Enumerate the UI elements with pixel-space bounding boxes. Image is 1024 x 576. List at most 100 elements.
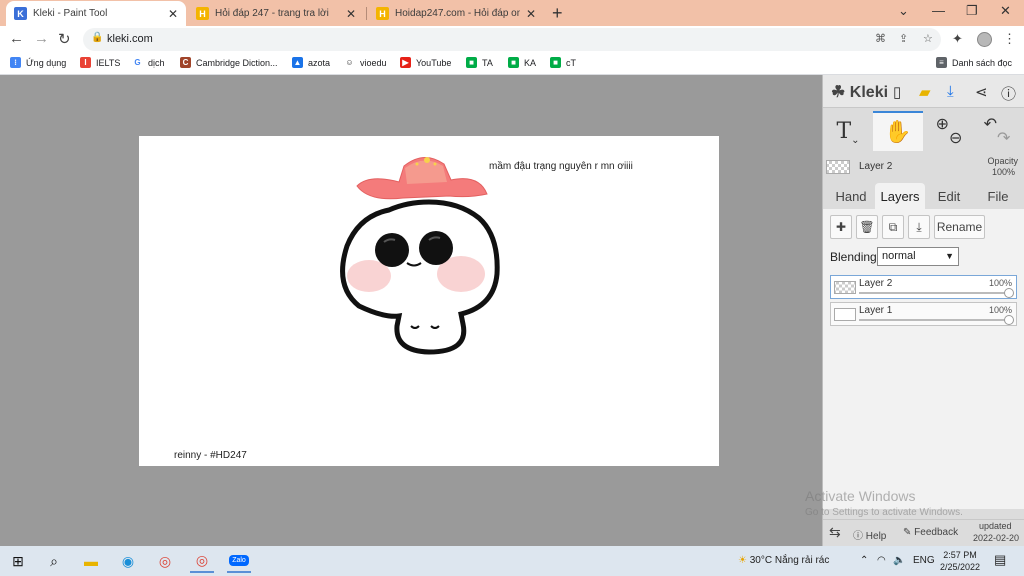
tab-hoidap-online[interactable]: H Hoidap247.com - Hỏi đáp online ✕ <box>368 1 544 26</box>
tab-title: Hỏi đáp 247 - trang tra lời <box>215 8 329 19</box>
feedback-link[interactable]: ✎ Feedback <box>903 527 958 538</box>
swap-icon[interactable]: ⇆ <box>829 524 841 541</box>
layer-row-layer-2[interactable]: Layer 2 100% <box>830 275 1017 299</box>
add-layer-button[interactable]: ✚ <box>830 215 852 239</box>
blending-value: normal <box>882 250 916 262</box>
download-icon[interactable]: ⤓ <box>947 83 954 100</box>
help-icon[interactable]: ⓘ <box>1001 83 1016 104</box>
search-icon[interactable]: ⌕ <box>42 549 66 573</box>
url-text[interactable]: kleki.com <box>107 33 153 45</box>
azota-icon: ▲ <box>292 57 303 68</box>
extensions-icon[interactable]: ✦ <box>952 31 963 47</box>
layer-opacity-slider[interactable] <box>859 319 1010 321</box>
language-indicator[interactable]: ENG <box>913 555 935 566</box>
forward-icon[interactable]: → <box>34 30 49 47</box>
bookmark-vioedu[interactable]: ☺ vioedu <box>344 57 387 68</box>
redo-icon[interactable]: ↷ <box>997 128 1010 148</box>
taskbar-clock[interactable]: 2:57 PM 2/25/2022 <box>935 549 985 573</box>
duplicate-icon: ⧉ <box>888 219 898 234</box>
kleki-top-bar: ☘ Kleki ▯ ▰ ⤓ ⋖ ⓘ <box>823 75 1024 108</box>
close-tab-icon[interactable]: ✕ <box>346 7 356 21</box>
duplicate-layer-button[interactable]: ⧉ <box>882 215 904 239</box>
lock-icon[interactable]: 🔒 <box>91 32 103 43</box>
edge-icon[interactable]: ◉ <box>116 549 140 573</box>
bookmark-ka[interactable]: ■ KA <box>508 57 536 68</box>
bookmark-label: cT <box>566 57 576 68</box>
hand-tool-button[interactable]: ✋ <box>873 111 923 151</box>
delete-layer-button[interactable]: 🗑 <box>856 215 878 239</box>
restore-icon[interactable]: ❐ <box>966 3 978 19</box>
bookmarks-bar: ⁝ Ứng dụng I IELTS Gdịch C Cambridge Dictio… <box>0 53 1024 75</box>
kleki-logo[interactable]: ☘ Kleki <box>831 82 888 102</box>
chrome-icon[interactable]: ◎ <box>153 549 177 573</box>
bookmark-star-icon[interactable]: ☆ <box>923 32 933 45</box>
weather-widget[interactable]: ☀ 30°C Nắng rải rác <box>738 555 829 566</box>
minimize-icon[interactable]: — <box>932 3 945 18</box>
tab-search-chevron-icon[interactable]: ⌄ <box>898 3 909 19</box>
reload-icon[interactable]: ↻ <box>58 30 71 48</box>
meet-icon: ■ <box>550 57 561 68</box>
network-icon[interactable]: ◠ <box>877 555 886 566</box>
tab-hand[interactable]: Hand <box>827 183 875 209</box>
bookmark-dich[interactable]: Gdịch <box>132 57 165 68</box>
undo-icon[interactable]: ↶ <box>984 114 997 134</box>
share-icon[interactable]: ⇪ <box>899 32 908 45</box>
tab-edit[interactable]: Edit <box>925 183 973 209</box>
tab-kleki[interactable]: K Kleki - Paint Tool ✕ <box>6 1 186 26</box>
chevron-down-icon[interactable]: ⌄ <box>851 135 859 146</box>
bookmark-ielts[interactable]: I IELTS <box>80 57 120 68</box>
menu-kebab-icon[interactable]: ⋮ <box>1003 31 1016 47</box>
text-tool-button[interactable]: T ⌄ <box>827 111 869 151</box>
blending-select[interactable]: normal ▼ <box>877 247 959 266</box>
profile-avatar[interactable] <box>977 32 992 47</box>
vioedu-icon: ☺ <box>344 57 355 68</box>
reading-list-icon: ≡ <box>936 57 947 68</box>
bookmark-ct[interactable]: ■ cT <box>550 57 576 68</box>
bookmark-label: azota <box>308 57 331 68</box>
canvas-workspace[interactable]: mầm đậu trạng nguyên r mn ơiiii reinny -… <box>0 75 822 546</box>
chevron-down-icon: ▼ <box>945 251 954 261</box>
rename-layer-button[interactable]: Rename <box>934 215 985 239</box>
bookmark-apps[interactable]: ⁝ Ứng dụng <box>10 57 66 68</box>
help-link[interactable]: ⓘ Help <box>853 527 886 542</box>
merge-down-button[interactable]: ⤓ <box>908 215 930 239</box>
zoom-in-icon[interactable]: ⊕ <box>936 114 949 134</box>
new-image-icon[interactable]: ▯ <box>893 83 901 101</box>
reading-list[interactable]: ≡ Danh sách đọc <box>936 57 1012 68</box>
tab-separator <box>366 7 367 20</box>
layer-opacity-slider-handle[interactable] <box>1004 315 1014 325</box>
share-icon[interactable]: ⋖ <box>975 83 988 101</box>
new-tab-button[interactable]: + <box>552 3 563 24</box>
bookmark-cambridge[interactable]: C Cambridge Diction... <box>180 57 278 68</box>
zalo-app[interactable]: Zalo <box>227 549 251 573</box>
open-folder-icon[interactable]: ▰ <box>919 83 931 101</box>
back-icon[interactable]: ← <box>9 30 24 47</box>
hoidap-favicon-icon: H <box>376 7 389 20</box>
layer-opacity-slider-handle[interactable] <box>1004 288 1014 298</box>
browser-tab-strip: K Kleki - Paint Tool ✕ H Hỏi đáp 247 - t… <box>0 0 1024 26</box>
address-bar[interactable]: 🔒 kleki.com ⌘ ⇪ ☆ <box>83 28 941 51</box>
close-tab-icon[interactable]: ✕ <box>526 7 536 21</box>
translate-icon[interactable]: ⌘ <box>875 32 886 45</box>
bookmark-youtube[interactable]: ▶ YouTube <box>400 57 451 68</box>
bookmark-azota[interactable]: ▲ azota <box>292 57 330 68</box>
file-explorer-icon[interactable]: ▬ <box>79 549 103 573</box>
layer-opacity-slider[interactable] <box>859 292 1010 294</box>
volume-icon[interactable]: 🔈 <box>893 555 905 566</box>
chrome-active-icon[interactable]: ◎ <box>190 549 214 573</box>
tab-layers[interactable]: Layers <box>875 183 925 209</box>
close-window-icon[interactable]: ✕ <box>1000 3 1011 19</box>
close-tab-icon[interactable]: ✕ <box>168 7 178 21</box>
show-hidden-icons-icon[interactable]: ⌃ <box>860 555 868 566</box>
windows-start-icon[interactable]: ⊞ <box>6 549 30 573</box>
bookmark-label: vioedu <box>360 57 387 68</box>
notifications-icon[interactable]: ▤ <box>994 552 1006 568</box>
tab-file[interactable]: File <box>973 183 1023 209</box>
zoom-out-icon[interactable]: ⊖ <box>949 128 962 148</box>
clock-date: 2/25/2022 <box>939 562 981 572</box>
tab-hoidap-trang-tra-loi[interactable]: H Hỏi đáp 247 - trang tra lời ✕ <box>188 1 364 26</box>
layer-thumbnail <box>834 308 856 321</box>
drawing-canvas[interactable]: mầm đậu trạng nguyên r mn ơiiii reinny -… <box>139 136 719 466</box>
layer-row-layer-1[interactable]: Layer 1 100% <box>830 302 1017 326</box>
bookmark-ta[interactable]: ■ TA <box>466 57 493 68</box>
